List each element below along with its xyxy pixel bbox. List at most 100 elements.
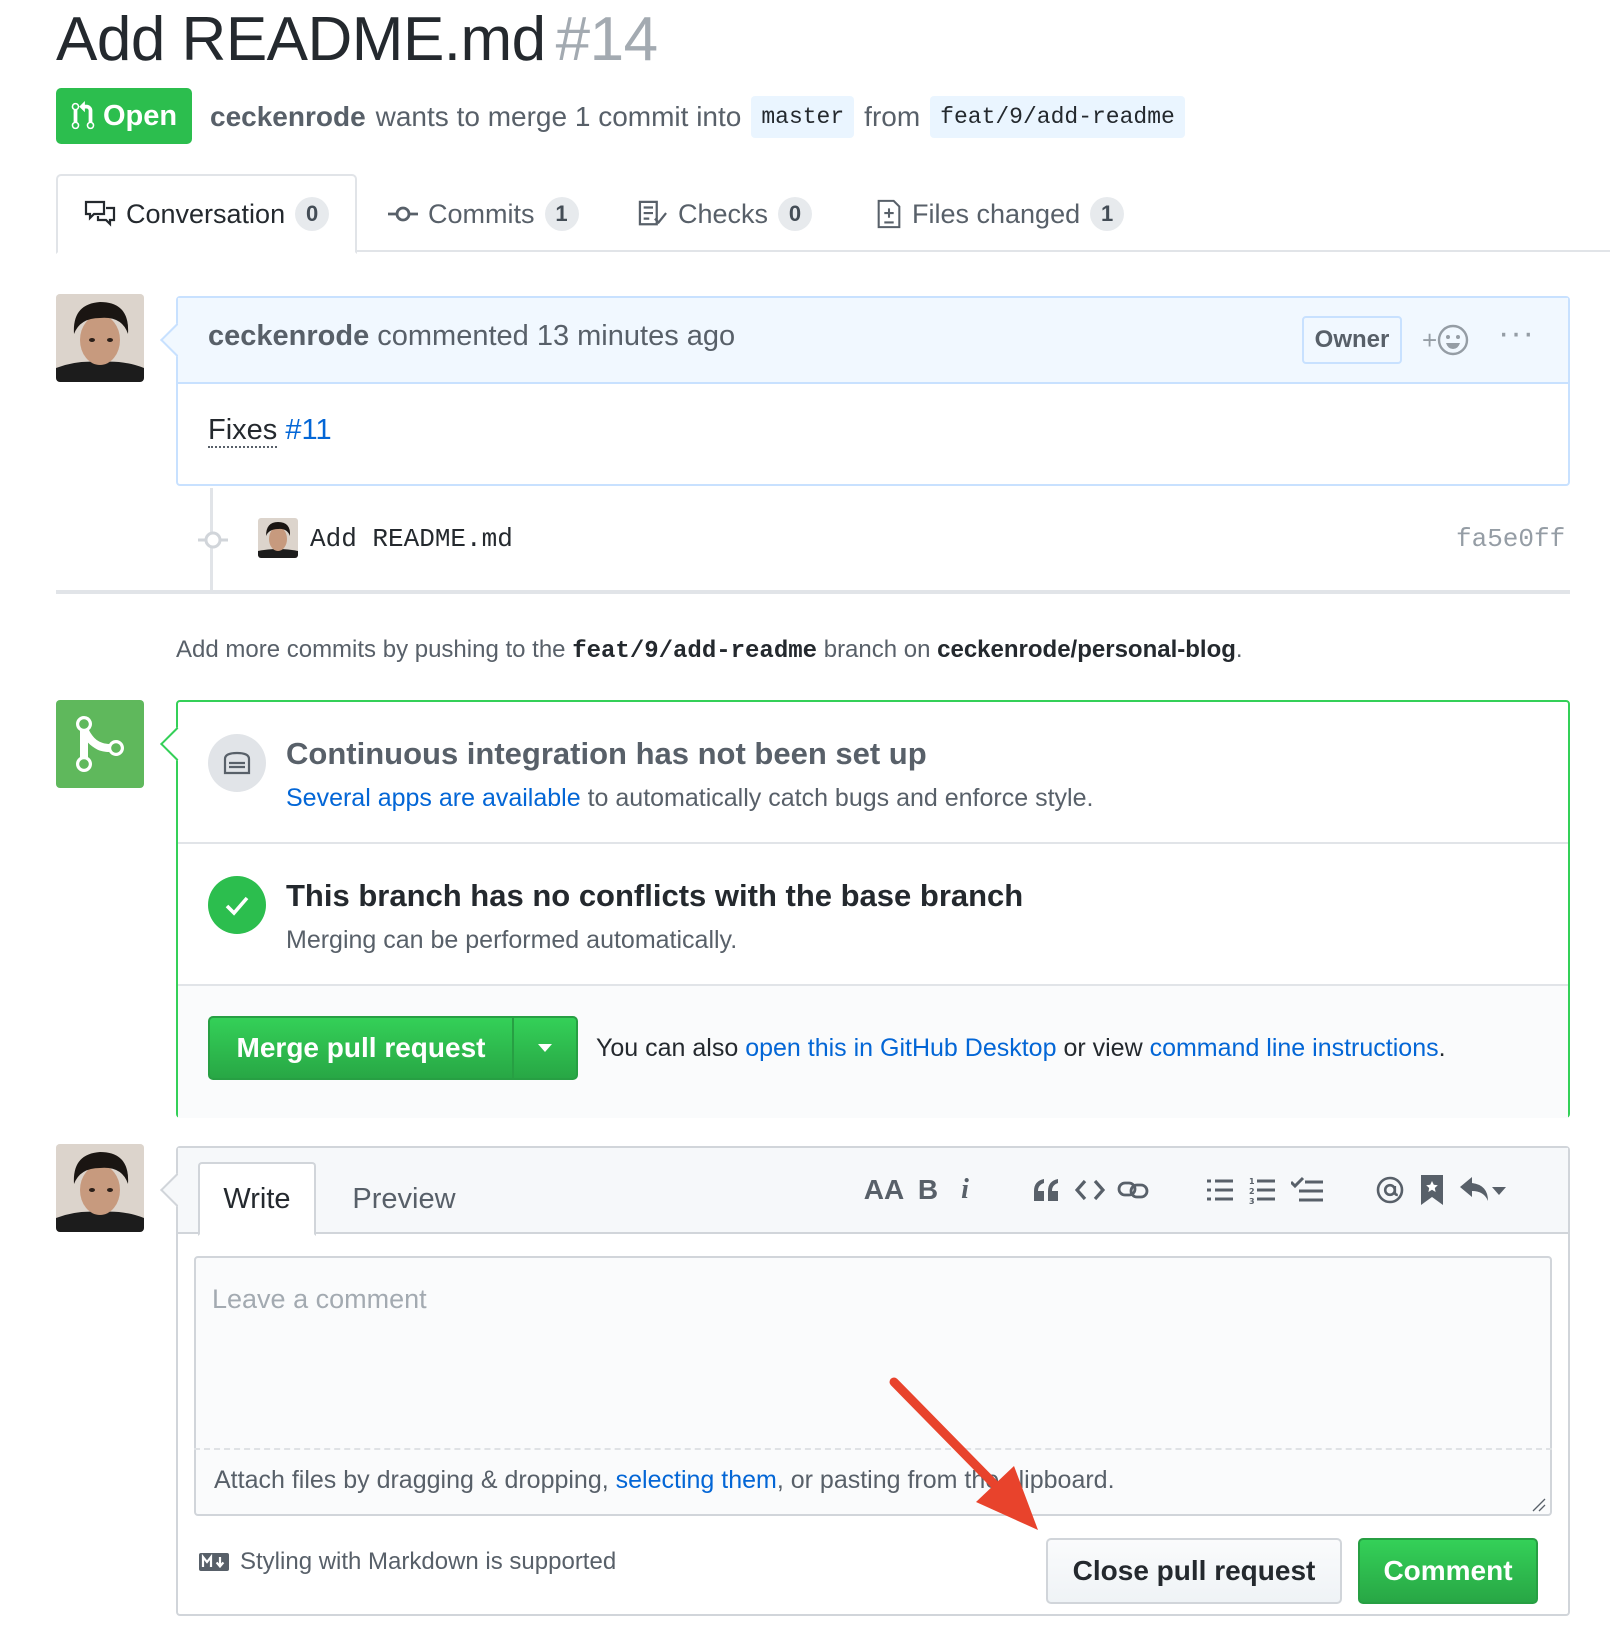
ci-icon <box>208 734 266 792</box>
github-desktop-link[interactable]: open this in GitHub Desktop <box>745 1034 1056 1062</box>
avatar[interactable] <box>56 294 144 382</box>
git-commit-icon <box>388 206 418 222</box>
comment-header: ceckenrode commented 13 minutes ago Owne… <box>178 298 1568 384</box>
bookmark-icon <box>1421 1175 1443 1205</box>
checklist-icon <box>638 200 667 226</box>
pr-state-badge: Open <box>56 88 192 144</box>
reference-button[interactable] <box>1414 1170 1450 1210</box>
tab-conversation[interactable]: Conversation 0 <box>56 174 358 254</box>
comment-author[interactable]: ceckenrode <box>208 320 369 352</box>
mention-icon <box>1376 1176 1404 1204</box>
ci-title: Continuous integration has not been set … <box>286 736 927 771</box>
timeline-divider <box>56 590 1570 594</box>
conflict-title: This branch has no conflicts with the ba… <box>286 878 1024 913</box>
ordered-list-button[interactable]: 123 <box>1242 1170 1282 1210</box>
new-comment-box: Write Preview AA B i 123 Leave a comment… <box>176 1146 1570 1616</box>
pr-from-text: from <box>864 101 921 132</box>
link-icon <box>1117 1181 1149 1199</box>
pr-tabs: Conversation 0 Commits 1 Checks 0 Files … <box>56 174 1610 254</box>
tab-counter: 1 <box>1090 197 1125 231</box>
apps-link[interactable]: Several apps are available <box>286 784 581 812</box>
commit-avatar[interactable] <box>258 518 298 558</box>
also-middle: or view <box>1063 1034 1143 1062</box>
code-button[interactable] <box>1070 1170 1110 1210</box>
saved-replies-button[interactable] <box>1456 1170 1510 1210</box>
comment-box: ceckenrode commented 13 minutes ago Owne… <box>176 296 1570 486</box>
markdown-note-text: Styling with Markdown is supported <box>240 1548 617 1575</box>
diff-icon <box>877 199 901 229</box>
git-merge-icon <box>56 700 144 788</box>
italic-button[interactable]: i <box>950 1170 980 1210</box>
more-options-button[interactable]: ··· <box>1498 314 1535 353</box>
svg-text:1: 1 <box>1249 1177 1255 1186</box>
base-branch[interactable]: master <box>751 96 855 138</box>
select-files-link[interactable]: selecting them <box>616 1466 777 1494</box>
merge-button-group: Merge pull request <box>208 1016 578 1080</box>
comment-submit-button[interactable]: Comment <box>1358 1538 1538 1604</box>
owner-badge: Owner <box>1302 316 1402 364</box>
pr-title-text: Add README.md <box>56 5 546 74</box>
pr-meta: ceckenrode wants to merge 1 commit into … <box>210 96 1185 138</box>
tab-label: Conversation <box>126 198 286 229</box>
merge-alternatives: You can also open this in GitHub Desktop… <box>596 1034 1446 1063</box>
hint-middle: branch on <box>823 636 931 663</box>
commit-message[interactable]: Add README.md <box>310 524 513 554</box>
quote-button[interactable] <box>1026 1170 1066 1210</box>
current-user-avatar[interactable] <box>56 1144 144 1232</box>
attach-files-area[interactable]: Attach files by dragging & dropping, sel… <box>194 1448 1552 1516</box>
tab-write[interactable]: Write <box>198 1162 316 1236</box>
pr-merge-text: wants to merge 1 commit into <box>375 101 742 132</box>
comment-editor-header: Write Preview AA B i 123 <box>178 1148 1568 1236</box>
mention-button[interactable] <box>1370 1170 1410 1210</box>
tab-label: Checks <box>678 198 769 229</box>
also-prefix: You can also <box>596 1034 739 1062</box>
merge-method-dropdown[interactable] <box>514 1018 576 1078</box>
markdown-icon <box>199 1553 229 1571</box>
hint-suffix: . <box>1235 636 1243 663</box>
heading-button[interactable]: AA <box>864 1170 904 1210</box>
tab-counter: 1 <box>544 197 579 231</box>
code-icon <box>1075 1179 1105 1201</box>
check-icon <box>208 876 266 934</box>
comment-body-text: Fixes <box>208 414 278 448</box>
conflict-section: This branch has no conflicts with the ba… <box>178 844 1568 986</box>
unordered-list-button[interactable] <box>1200 1170 1240 1210</box>
reply-icon <box>1460 1177 1506 1201</box>
tab-preview[interactable]: Preview <box>334 1162 474 1236</box>
merge-pull-request-button[interactable]: Merge pull request <box>210 1018 514 1078</box>
tab-label: Files changed <box>912 198 1081 229</box>
git-commit-icon <box>198 531 228 549</box>
markdown-note[interactable]: Styling with Markdown is supported <box>198 1548 616 1576</box>
tasklist-icon <box>1291 1176 1323 1202</box>
comment-placeholder: Leave a comment <box>212 1284 427 1314</box>
list-unordered-icon <box>1207 1179 1233 1201</box>
push-hint: Add more commits by pushing to the feat/… <box>176 636 1243 665</box>
svg-text:2: 2 <box>1249 1187 1255 1196</box>
commit-sha[interactable]: fa5e0ff <box>1456 524 1565 554</box>
quote-icon <box>1034 1179 1058 1201</box>
bold-button[interactable]: B <box>910 1170 946 1210</box>
comment-meta: ceckenrode commented 13 minutes ago <box>208 320 735 353</box>
pr-author[interactable]: ceckenrode <box>210 101 366 133</box>
git-pull-request-icon <box>71 101 95 130</box>
tab-counter: 0 <box>295 197 330 231</box>
pr-number: #14 <box>555 5 658 74</box>
command-line-link[interactable]: command line instructions <box>1150 1034 1439 1062</box>
task-list-button[interactable] <box>1286 1170 1328 1210</box>
head-branch[interactable]: feat/9/add-readme <box>930 96 1185 138</box>
tab-files-changed[interactable]: Files changed 1 <box>850 174 1150 254</box>
link-button[interactable] <box>1112 1170 1154 1210</box>
comment-discussion-icon <box>84 200 116 227</box>
conflict-subtitle: Merging can be performed automatically. <box>286 926 738 954</box>
pr-title: Add README.md #14 <box>56 2 658 78</box>
add-reaction-button[interactable]: + <box>1422 320 1482 360</box>
tab-counter: 0 <box>778 197 813 231</box>
close-pull-request-button[interactable]: Close pull request <box>1046 1538 1342 1604</box>
tab-checks[interactable]: Checks 0 <box>612 174 838 254</box>
tab-commits[interactable]: Commits 1 <box>362 174 605 254</box>
ci-subtitle: Several apps are available to automatica… <box>286 784 1093 813</box>
comment-action[interactable]: commented 13 minutes ago <box>377 320 735 352</box>
ci-section: Continuous integration has not been set … <box>178 702 1568 844</box>
issue-link[interactable]: #11 <box>285 414 331 446</box>
hint-repo: ceckenrode/personal-blog <box>937 636 1236 663</box>
